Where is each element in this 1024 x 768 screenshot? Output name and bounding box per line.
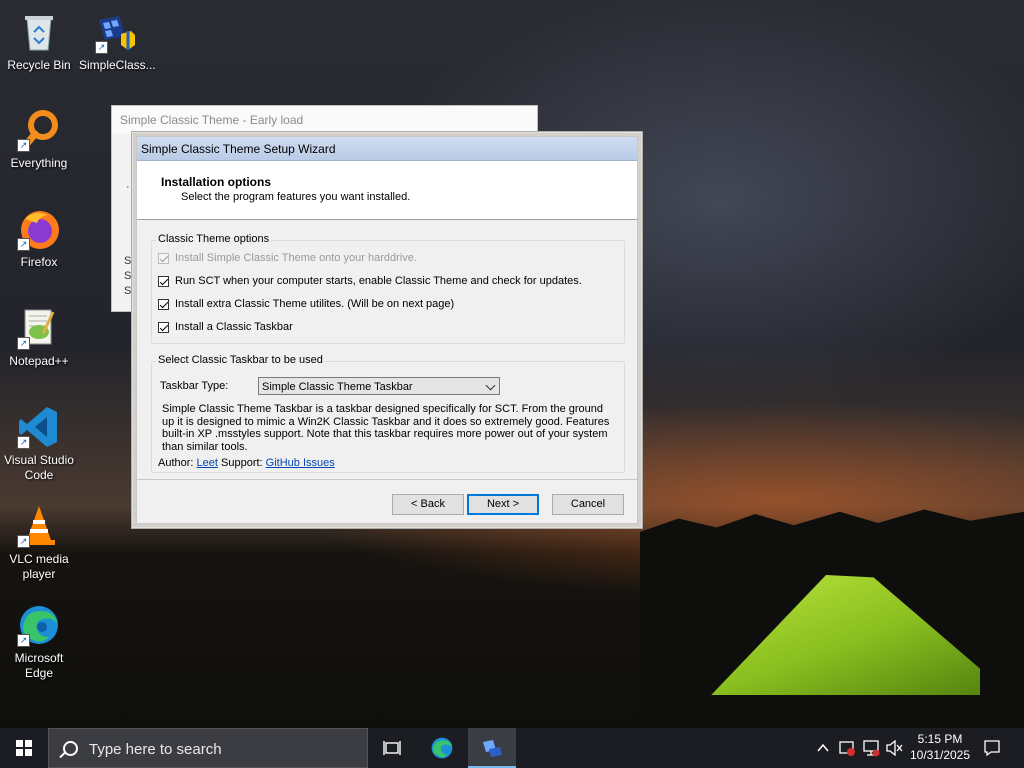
desktop-icon-simpleclassic[interactable]: ↗ SimpleClass... [79,10,156,73]
taskbar-select-group: Select Classic Taskbar to be used Taskba… [151,354,625,473]
taskbar-description: Simple Classic Theme Taskbar is a taskba… [162,403,610,453]
option-label: Install Simple Classic Theme onto your h… [175,252,417,264]
dropdown-value: Simple Classic Theme Taskbar [262,381,413,393]
microsoft-edge-icon: ↗ [17,603,61,647]
wizard-header: Installation options Select the program … [137,161,637,220]
search-placeholder: Type here to search [89,741,222,758]
next-button[interactable]: Next > [467,494,539,515]
windows-logo-icon [16,740,32,756]
header-title: Installation options [161,175,271,189]
network-icon [863,740,880,757]
notification-icon [984,740,1000,757]
desktop-icon-label: SimpleClass... [79,58,156,72]
start-button[interactable] [0,728,48,768]
desktop-icon-label: Firefox [20,255,58,269]
option-label: Install a Classic Taskbar [175,321,293,333]
visual-studio-code-icon: ↗ [17,405,61,449]
desktop-icon-label: Everything [10,156,68,170]
everything-search-icon: ↗ [17,108,61,152]
shortcut-arrow-icon: ↗ [17,139,30,152]
early-load-window-title: Simple Classic Theme - Early load [112,106,537,134]
option-install-harddrive-checkbox [158,252,169,264]
taskbar-edge-button[interactable] [418,728,466,768]
taskbar-type-dropdown[interactable]: Simple Classic Theme Taskbar [258,377,500,395]
option-extra-utilities[interactable]: Install extra Classic Theme utilites. (W… [158,296,454,312]
button-separator [137,479,637,480]
option-run-at-startup[interactable]: Run SCT when your computer starts, enabl… [158,273,582,289]
taskbar-clock[interactable]: 5:15 PM 10/31/2025 [902,731,978,763]
desktop-icon-label: VLC media player [9,552,69,581]
desktop-icon-recycle-bin[interactable]: Recycle Bin [1,10,77,73]
author-label: Author: [158,457,194,469]
shortcut-arrow-icon: ↗ [17,436,30,449]
author-link[interactable]: Leet [197,457,218,469]
taskbar-search-box[interactable]: Type here to search [48,728,368,768]
chevron-down-icon [485,380,496,391]
early-load-window-dot: · [126,181,130,193]
clock-date: 10/31/2025 [909,748,971,762]
option-label: Install extra Classic Theme utilites. (W… [175,298,455,310]
chevron-up-icon [817,743,829,752]
wizard-frame: Simple Classic Theme Setup Wizard Instal… [136,136,638,524]
classic-theme-options-group: Classic Theme options Install Simple Cla… [151,233,625,344]
setup-wizard-window: Simple Classic Theme Setup Wizard Instal… [131,131,643,529]
desktop-icon-label: Notepad++ [9,354,69,368]
desktop-icon-label: Visual Studio Code [4,453,74,482]
option-run-at-startup-checkbox[interactable] [158,275,169,287]
volume-muted-icon [886,740,903,756]
author-support-line: Author: Leet Support: GitHub Issues [158,457,335,469]
security-warning-icon [839,741,855,756]
notepad-plus-plus-icon: ↗ [17,306,61,350]
desktop-icon-notepadpp[interactable]: ↗ Notepad++ [1,306,77,369]
taskbar: Type here to search 5:15 PM 10/31/2025 [0,728,1024,768]
microsoft-edge-icon [431,737,453,759]
option-classic-taskbar-checkbox[interactable] [158,321,169,333]
desktop-icon-vscode[interactable]: ↗ Visual Studio Code [1,405,77,483]
github-issues-link[interactable]: GitHub Issues [266,457,335,469]
desktop-icon-firefox[interactable]: ↗ Firefox [1,207,77,270]
desktop-icon-everything[interactable]: ↗ Everything [1,108,77,171]
vlc-cone-icon: ↗ [17,504,61,548]
recycle-bin-icon [17,10,61,54]
shortcut-arrow-icon: ↗ [17,337,30,350]
shortcut-arrow-icon: ↗ [17,535,30,548]
clock-time: 5:15 PM [917,732,963,746]
task-view-icon [383,741,401,755]
taskbar-type-label: Taskbar Type: [160,380,229,392]
shortcut-arrow-icon: ↗ [95,41,108,54]
cancel-button[interactable]: Cancel [552,494,624,515]
shortcut-arrow-icon: ↗ [17,634,30,647]
desktop-icon-label: Recycle Bin [7,58,71,72]
group-legend: Classic Theme options [156,233,272,245]
firefox-icon: ↗ [17,207,61,251]
wizard-titlebar[interactable]: Simple Classic Theme Setup Wizard [137,137,637,161]
option-classic-taskbar[interactable]: Install a Classic Taskbar [158,319,293,335]
option-install-harddrive: Install Simple Classic Theme onto your h… [158,250,417,266]
group-legend: Select Classic Taskbar to be used [156,354,325,366]
simple-classic-theme-icon [483,740,502,757]
option-extra-utilities-checkbox[interactable] [158,298,169,310]
header-subtitle: Select the program features you want ins… [181,191,411,203]
support-label: Support: [221,457,263,469]
shortcut-arrow-icon: ↗ [17,238,30,251]
desktop-icon-vlc[interactable]: ↗ VLC media player [1,504,77,582]
desktop-icon-edge[interactable]: ↗ Microsoft Edge [1,603,77,681]
wizard-title: Simple Classic Theme Setup Wizard [141,142,336,156]
simple-classic-theme-icon: ↗ [95,10,139,54]
search-icon [63,741,78,756]
option-label: Run SCT when your computer starts, enabl… [175,275,582,287]
desktop-icon-label: Microsoft Edge [14,651,64,680]
back-button[interactable]: < Back [392,494,464,515]
taskbar-simple-classic-button[interactable] [468,728,516,768]
task-view-button[interactable] [368,728,416,768]
